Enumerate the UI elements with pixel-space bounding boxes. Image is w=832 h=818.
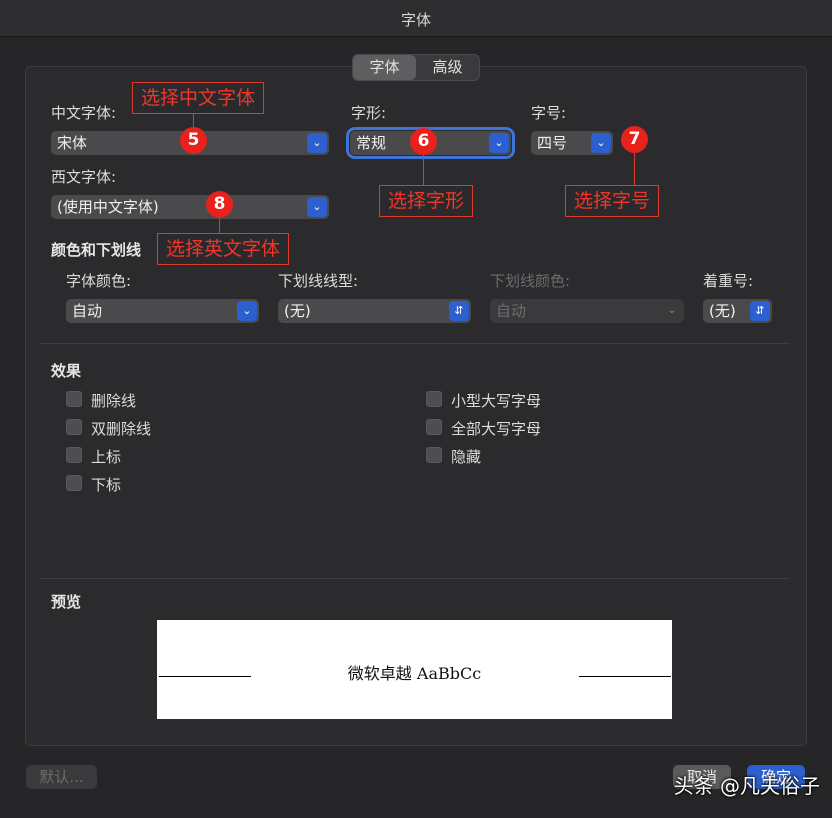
chevron-down-icon: ⌄ xyxy=(237,301,257,321)
underline-style-value: (无) xyxy=(284,302,311,320)
divider xyxy=(40,343,790,344)
chevron-down-icon: ⌄ xyxy=(307,197,327,217)
up-down-arrows-icon: ⇵ xyxy=(449,301,469,321)
chevron-down-icon: ⌄ xyxy=(489,133,509,153)
all-caps-label: 全部大写字母 xyxy=(451,420,542,438)
annotation-5-badge: 5 xyxy=(180,127,207,154)
preview-heading: 预览 xyxy=(51,593,82,611)
effects-heading: 效果 xyxy=(51,362,82,380)
subscript-label: 下标 xyxy=(91,476,122,494)
small-caps-checkbox[interactable] xyxy=(426,391,442,407)
watermark: 头条 @凡夫俗子 xyxy=(673,774,820,798)
underline-color-label: 下划线颜色: xyxy=(490,272,571,290)
emphasis-label: 着重号: xyxy=(703,272,754,290)
chevron-down-icon: ⌄ xyxy=(307,133,327,153)
emphasis-select[interactable]: (无) ⇵ xyxy=(703,299,772,323)
annotation-5-box: 选择中文字体 xyxy=(132,82,265,114)
size-value: 四号 xyxy=(537,134,568,152)
annotation-7-badge: 7 xyxy=(621,126,648,153)
annotation-6-line xyxy=(423,155,424,185)
preview-line-right xyxy=(579,676,671,677)
strikethrough-label: 删除线 xyxy=(91,392,137,410)
western-font-label: 西文字体: xyxy=(51,168,117,186)
annotation-8-line xyxy=(219,218,220,233)
hidden-label: 隐藏 xyxy=(451,448,482,466)
underline-style-select[interactable]: (无) ⇵ xyxy=(278,299,471,323)
window-title: 字体 xyxy=(400,11,431,29)
font-color-select[interactable]: 自动 ⌄ xyxy=(66,299,259,323)
style-value: 常规 xyxy=(356,134,387,152)
annotation-8-badge: 8 xyxy=(206,191,233,218)
font-color-label: 字体颜色: xyxy=(66,272,132,290)
underline-style-label: 下划线线型: xyxy=(278,272,359,290)
hidden-checkbox[interactable] xyxy=(426,447,442,463)
annotation-6-badge: 6 xyxy=(410,128,437,155)
annotation-8-box: 选择英文字体 xyxy=(157,233,290,265)
double-strikethrough-label: 双删除线 xyxy=(91,420,152,438)
superscript-checkbox[interactable] xyxy=(66,447,82,463)
annotation-5-line xyxy=(193,113,194,128)
chevron-down-icon: ⌄ xyxy=(591,133,611,153)
all-caps-checkbox[interactable] xyxy=(426,419,442,435)
annotation-7-box: 选择字号 xyxy=(565,185,660,217)
color-underline-heading: 颜色和下划线 xyxy=(51,241,142,259)
tab-advanced[interactable]: 高级 xyxy=(416,55,479,80)
divider xyxy=(40,578,790,579)
style-label: 字形: xyxy=(351,104,387,122)
strikethrough-checkbox[interactable] xyxy=(66,391,82,407)
western-font-select[interactable]: (使用中文字体) ⌄ xyxy=(51,195,329,219)
preview-sample-text: 微软卓越 AaBbCc xyxy=(347,664,482,683)
underline-color-select: 自动 ⌄ xyxy=(490,299,684,323)
chevron-down-icon: ⌄ xyxy=(667,305,676,316)
preview-box: 微软卓越 AaBbCc xyxy=(157,620,672,719)
underline-color-value: 自动 xyxy=(496,302,527,320)
annotation-6-box: 选择字形 xyxy=(379,185,474,217)
chinese-font-value: 宋体 xyxy=(57,134,88,152)
up-down-arrows-icon: ⇵ xyxy=(750,301,770,321)
subscript-checkbox[interactable] xyxy=(66,475,82,491)
emphasis-value: (无) xyxy=(709,302,736,320)
annotation-7-line xyxy=(634,153,635,185)
superscript-label: 上标 xyxy=(91,448,122,466)
size-select[interactable]: 四号 ⌄ xyxy=(531,131,613,155)
western-font-value: (使用中文字体) xyxy=(57,198,159,216)
font-color-value: 自动 xyxy=(72,302,103,320)
size-label: 字号: xyxy=(531,104,567,122)
tab-font[interactable]: 字体 xyxy=(353,55,416,80)
default-button[interactable]: 默认... xyxy=(26,765,97,789)
double-strikethrough-checkbox[interactable] xyxy=(66,419,82,435)
small-caps-label: 小型大写字母 xyxy=(451,392,542,410)
tab-bar: 字体 高级 xyxy=(352,54,480,81)
chinese-font-label: 中文字体: xyxy=(51,104,117,122)
